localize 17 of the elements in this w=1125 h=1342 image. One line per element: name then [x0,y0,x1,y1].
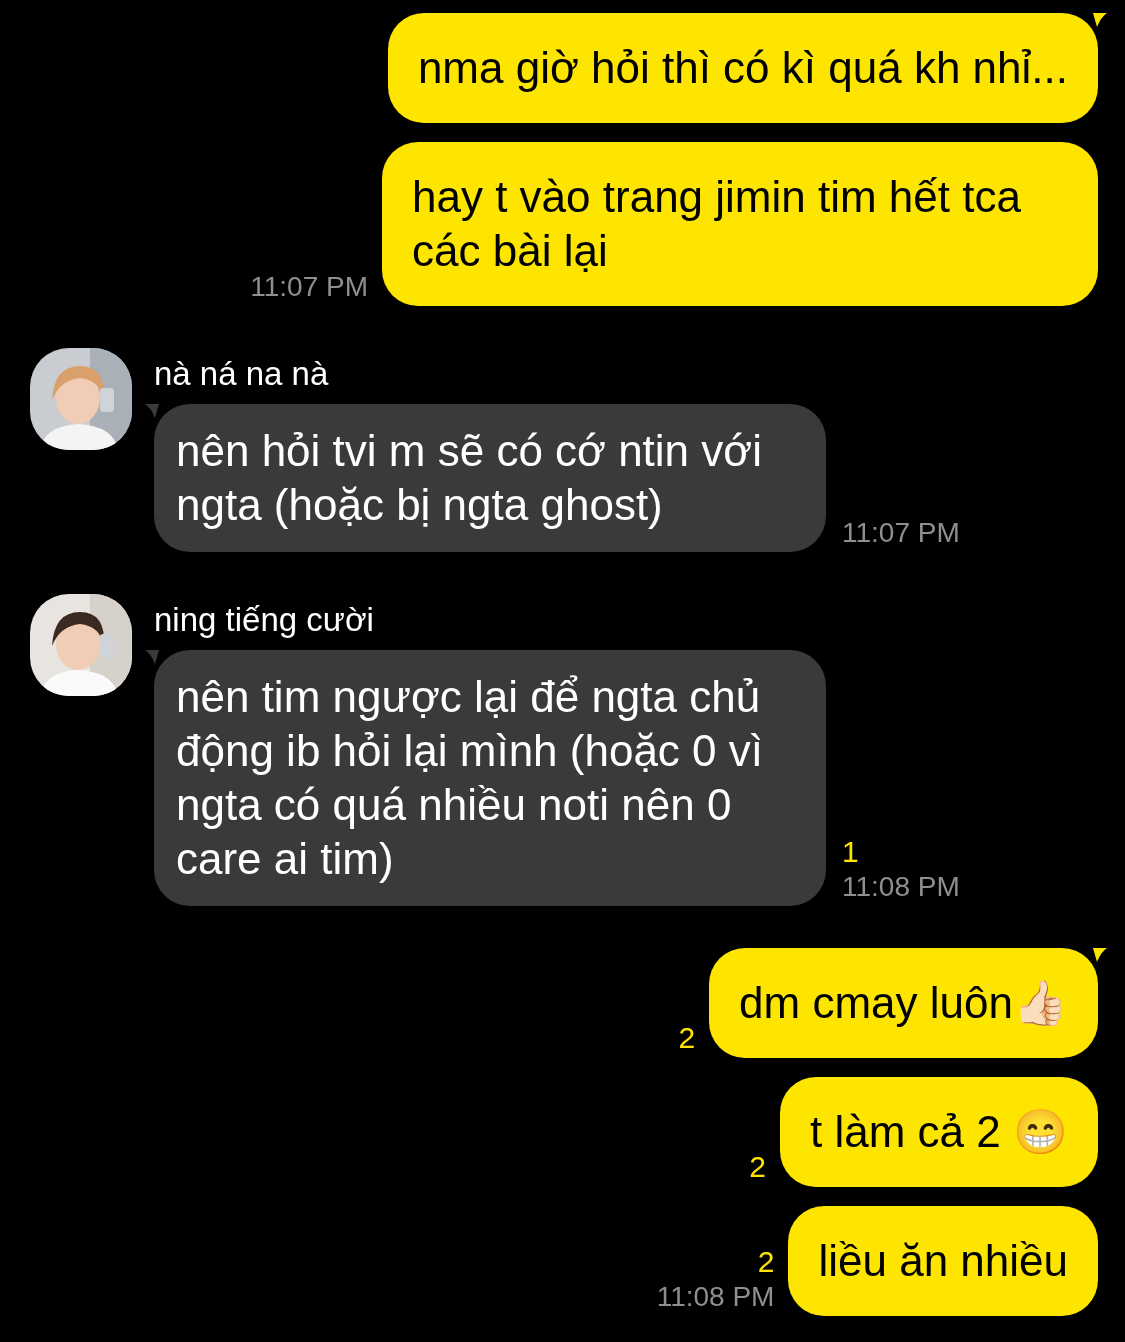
bubble-tail [1093,948,1107,962]
message-time: 11:07 PM [250,270,368,304]
message-time: 11:08 PM [842,870,960,904]
bubble-tail [145,404,159,418]
message-time: 11:08 PM [656,1280,775,1314]
sent-message-bubble: hay t vào trang jimin tim hết tca các bài lại [382,142,1098,306]
sent-message-bubble: liều ăn nhiều [788,1206,1098,1316]
unread-count: 1 [842,834,859,870]
unread-count: 2 [678,1020,696,1056]
unread-count: 2 [757,1244,775,1280]
sender-name: nà ná na nà [154,354,330,394]
sent-message-bubble: t làm cả 2 😁 [780,1077,1098,1187]
message-time: 11:07 PM [842,516,960,550]
unread-count: 2 [749,1149,767,1185]
bubble-tail [1093,13,1107,27]
sender-name: ning tiếng cười [154,600,375,640]
bubble-tail [145,650,159,664]
